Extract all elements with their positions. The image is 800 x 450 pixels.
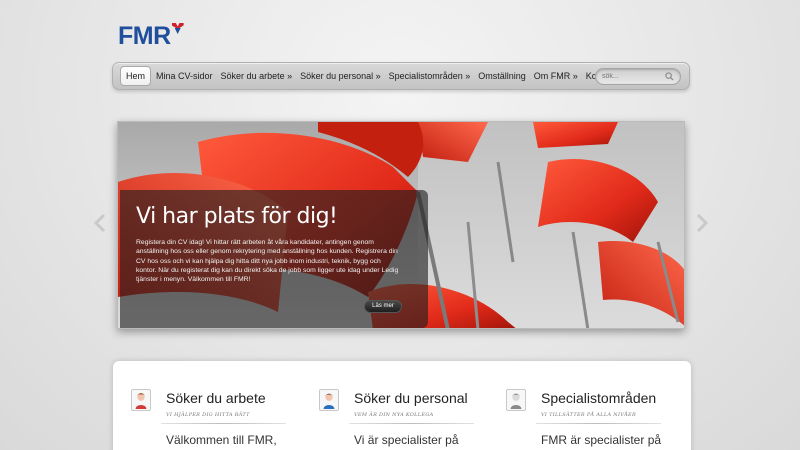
column-subtitle: VI HJÄLPER DIG HITTA RÄTT xyxy=(166,412,250,418)
search-box xyxy=(595,68,681,85)
column-title[interactable]: Specialistområden xyxy=(541,390,656,406)
column-text: FMR är specialister på xyxy=(541,433,662,447)
column-title[interactable]: Söker du personal xyxy=(354,390,468,406)
column-text: Vi är specialister på xyxy=(354,433,459,447)
logo-text: FMR xyxy=(118,22,171,50)
female-person-icon xyxy=(131,389,151,411)
search-icon[interactable] xyxy=(665,72,674,81)
slide-body-text: Registera din CV idag! Vi hittar rätt ar… xyxy=(136,239,399,284)
slide-heading: Vi har plats för dig! xyxy=(136,204,338,229)
slider-prev-arrow-icon[interactable] xyxy=(93,213,107,233)
column-title[interactable]: Söker du arbete xyxy=(166,390,266,406)
column-text: Välkommen till FMR, xyxy=(166,433,277,447)
content-panel: Söker du arbete VI HJÄLPER DIG HITTA RÄT… xyxy=(113,361,691,450)
nav-item-hem[interactable]: Hem xyxy=(120,66,152,86)
nav-item-om-fmr[interactable]: Om FMR » xyxy=(530,66,582,86)
column-divider xyxy=(536,423,661,424)
logo-mark-icon xyxy=(171,23,184,34)
slide-caption: Vi har plats för dig! Registera din CV i… xyxy=(120,190,428,328)
column-divider xyxy=(161,423,286,424)
column-subtitle: VEM ÄR DIN NYA KOLLEGA xyxy=(354,412,434,418)
male-person-icon xyxy=(319,389,339,411)
nav-item-specialistomraden[interactable]: Specialistområden » xyxy=(385,66,475,86)
grey-person-icon xyxy=(506,389,526,411)
slider-next-arrow-icon[interactable] xyxy=(695,213,709,233)
column-divider xyxy=(349,423,474,424)
nav-item-omstallning[interactable]: Omställning xyxy=(474,66,530,86)
fmr-logo[interactable]: FMR xyxy=(118,22,184,51)
nav-item-mina-cv-sidor[interactable]: Mina CV-sidor xyxy=(152,66,217,86)
nav-item-soker-du-personal[interactable]: Söker du personal » xyxy=(296,66,385,86)
column-subtitle: VI TILLSÄTTER PÅ ALLA NIVÅER xyxy=(541,412,637,418)
read-more-button[interactable]: Läs mer xyxy=(364,300,402,313)
search-input[interactable] xyxy=(602,70,664,83)
nav-item-soker-du-arbete[interactable]: Söker du arbete » xyxy=(217,66,297,86)
main-navigation: Hem Mina CV-sidor Söker du arbete » Söke… xyxy=(112,62,690,90)
hero-slider: Vi har plats för dig! Registera din CV i… xyxy=(117,121,685,329)
